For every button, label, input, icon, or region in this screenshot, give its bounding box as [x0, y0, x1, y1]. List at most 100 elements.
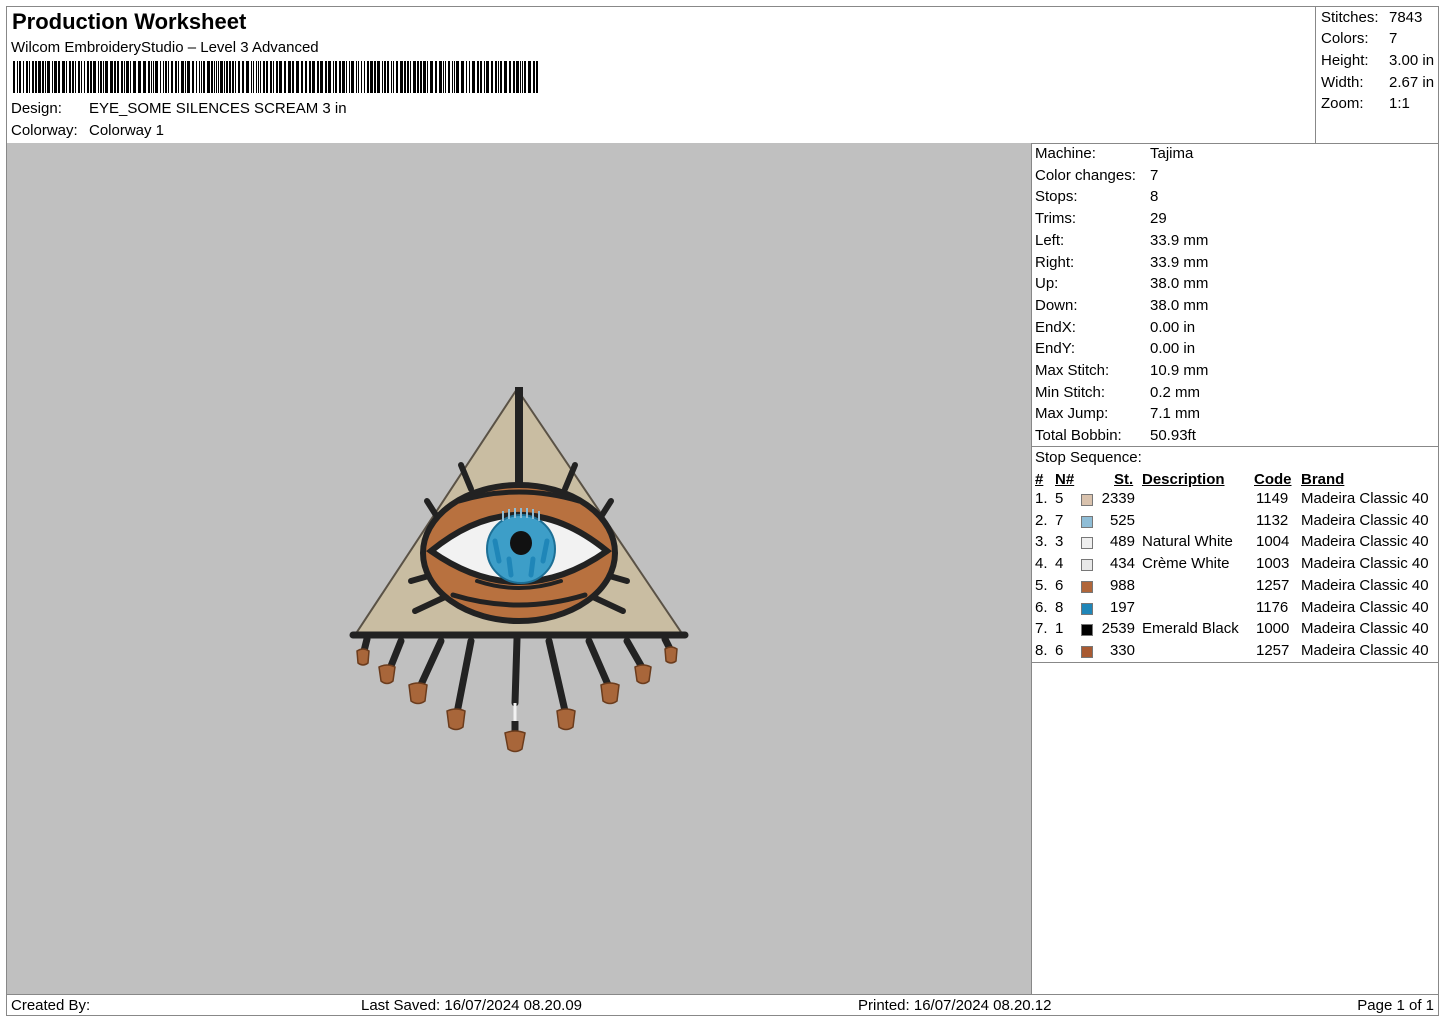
stats-panel: Stitches: 7843 Colors: 7 Height: 3.00 in Wi… — [1315, 7, 1439, 143]
barcode-bar — [443, 61, 444, 93]
seq-needle: 7 — [1055, 511, 1064, 529]
seq-needle: 1 — [1055, 620, 1064, 638]
page-number: Page 1 of 1 — [1357, 997, 1434, 1014]
barcode-bar — [377, 61, 380, 93]
software-name: Wilcom EmbroideryStudio – Level 3 Advanc… — [11, 39, 319, 56]
color-swatch — [1081, 537, 1093, 550]
barcode-bar — [163, 61, 164, 93]
seq-stitches: 525 — [1109, 511, 1135, 529]
barcode-bar — [160, 61, 161, 93]
barcode-bar — [185, 61, 186, 93]
barcode-bar — [520, 61, 521, 93]
barcode-bar — [423, 61, 426, 93]
barcode-bar — [364, 61, 365, 93]
barcode-bar — [165, 61, 167, 93]
seq-stitches: 2339 — [1101, 490, 1135, 507]
barcode-bar — [361, 61, 362, 93]
color-swatch — [1081, 515, 1093, 528]
seq-num: 6. — [1035, 598, 1048, 616]
worksheet: Production Worksheet Wilcom EmbroiderySt… — [6, 6, 1439, 1016]
seq-num: 4. — [1035, 555, 1048, 573]
sequence-row: 8. 6 330 1257 Madeira Classic 40 — [1031, 642, 1438, 663]
barcode-bar — [72, 61, 74, 93]
stat-label: Colors: — [1321, 30, 1369, 47]
barcode-bar — [500, 61, 502, 93]
seq-num: 8. — [1035, 641, 1048, 659]
barcode-bar — [317, 61, 319, 93]
seq-brand: Madeira Classic 40 — [1301, 490, 1429, 507]
info-row: Machine: Tajima — [1035, 145, 1193, 162]
info-row: Total Bobbin: 50.93ft — [1035, 427, 1196, 444]
barcode-bar — [427, 61, 428, 93]
page-title: Production Worksheet — [12, 9, 247, 34]
barcode-bar — [413, 61, 416, 93]
info-label: Trims: — [1035, 210, 1077, 228]
barcode-bar — [124, 61, 125, 93]
stat-value: 3.00 in — [1389, 52, 1435, 69]
barcode-bar — [84, 61, 85, 93]
barcode-bar — [524, 61, 526, 93]
barcode-bar — [13, 61, 15, 93]
barcode-bar — [351, 61, 354, 93]
barcode-bar — [32, 61, 34, 93]
col-header-num: # — [1035, 471, 1044, 488]
stat-zoom: Zoom: 1:1 — [1321, 95, 1410, 112]
barcode-bar — [47, 61, 50, 93]
barcode-bar — [42, 61, 44, 93]
seq-brand: Madeira Classic 40 — [1301, 576, 1429, 594]
design-preview — [7, 143, 1032, 994]
seq-stitches: 330 — [1109, 641, 1135, 659]
barcode-bar — [151, 61, 152, 93]
info-value: 38.0 mm — [1150, 296, 1209, 314]
sequence-row: 5. 6 988 1257 Madeira Classic 40 — [1031, 577, 1438, 598]
barcode-bar — [504, 61, 507, 93]
info-label: Stops: — [1035, 188, 1078, 206]
seq-brand: Madeira Classic 40 — [1301, 598, 1429, 616]
barcode-bar — [461, 61, 464, 93]
barcode-bar — [263, 61, 265, 93]
info-label: Max Jump: — [1035, 405, 1109, 423]
barcode-bar — [258, 61, 259, 93]
barcode-bar — [448, 61, 450, 93]
seq-code: 1149 — [1256, 490, 1289, 507]
barcode-bar — [171, 61, 173, 93]
barcode-bar — [181, 61, 184, 93]
barcode-bar — [148, 61, 150, 93]
barcode-bar — [400, 61, 403, 93]
barcode-bar — [19, 61, 21, 93]
stat-label: Stitches: — [1321, 9, 1379, 26]
seq-stitches: 2539 — [1101, 620, 1135, 638]
barcode-bar — [404, 61, 406, 93]
barcode-bar — [35, 61, 37, 93]
info-label: Min Stitch: — [1035, 383, 1106, 401]
barcode-bar — [533, 61, 535, 93]
barcode-bar — [78, 61, 80, 93]
barcode-bar — [207, 61, 210, 93]
barcode-bar — [273, 61, 274, 93]
col-header-n: N# — [1055, 471, 1075, 488]
info-row: Up: 38.0 mm — [1035, 275, 1208, 292]
barcode-bar — [356, 61, 357, 93]
seq-num: 2. — [1035, 511, 1048, 529]
barcode-bar — [192, 61, 194, 93]
info-row: Min Stitch: 0.2 mm — [1035, 383, 1200, 401]
barcode-bar — [203, 61, 205, 93]
seq-needle: 6 — [1055, 641, 1064, 659]
color-swatch — [1081, 559, 1093, 572]
info-value: 0.00 in — [1150, 340, 1196, 358]
barcode-bar — [358, 61, 359, 93]
stat-value: 2.67 in — [1389, 74, 1435, 91]
barcode-bar — [246, 61, 249, 93]
embroidery-design-image — [349, 387, 689, 753]
barcode-bar — [226, 61, 228, 93]
barcode-bar — [454, 61, 455, 93]
barcode-bar — [266, 61, 268, 93]
barcode-bar — [130, 61, 131, 93]
barcode-bar — [103, 61, 104, 93]
barcode-bar — [54, 61, 57, 93]
barcode-bar — [466, 61, 467, 93]
info-label: Color changes: — [1035, 166, 1136, 184]
info-divider — [1031, 446, 1438, 447]
barcode-bar — [242, 61, 244, 93]
barcode-bar — [276, 61, 278, 93]
